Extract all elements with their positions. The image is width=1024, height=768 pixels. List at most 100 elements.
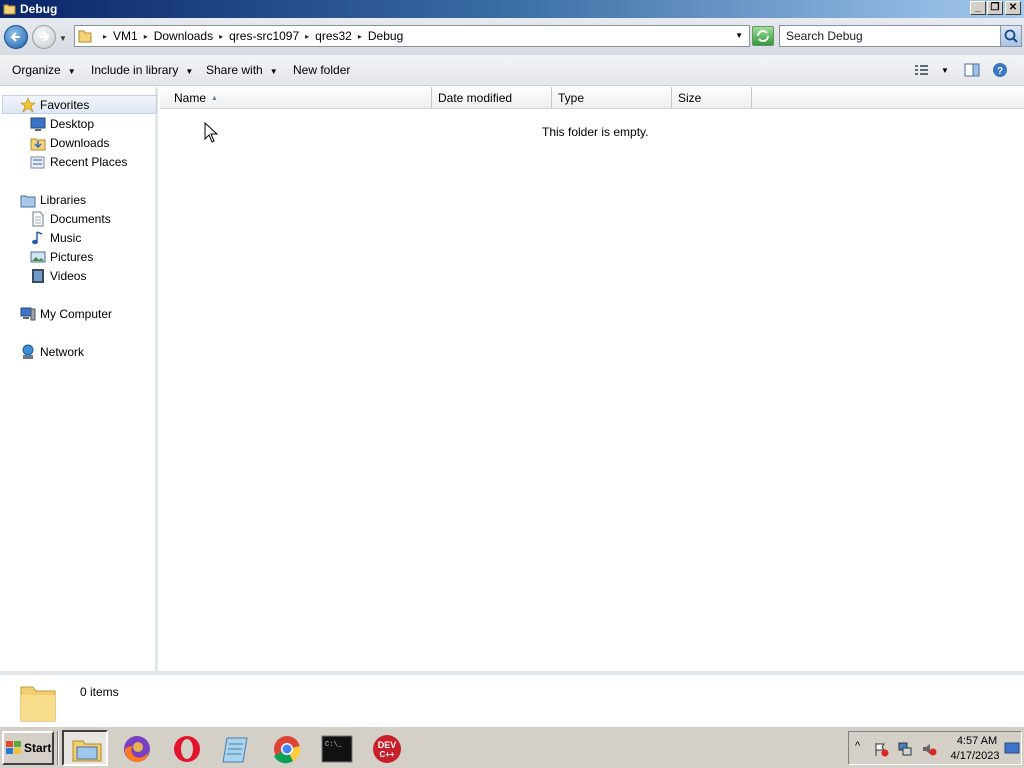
taskbar-command-prompt[interactable]: C:\_	[313, 730, 359, 766]
nav-network[interactable]: Network	[20, 343, 84, 361]
view-options-dropdown-icon[interactable]: ▼	[941, 66, 949, 75]
star-icon	[20, 97, 36, 113]
breadcrumb-separator-icon[interactable]: ▸	[219, 32, 223, 41]
back-arrow-icon	[10, 32, 20, 42]
search-button[interactable]	[1000, 26, 1021, 46]
taskbar-windows-explorer[interactable]	[62, 730, 108, 766]
videos-icon	[32, 269, 44, 283]
command-prompt-icon: C:\_	[321, 735, 353, 763]
breadcrumb-item[interactable]: Debug	[368, 29, 403, 43]
minimize-button[interactable]: _	[970, 1, 986, 15]
show-desktop-icon[interactable]	[1004, 740, 1020, 756]
address-history-dropdown-icon[interactable]: ▼	[735, 31, 743, 40]
downloads-folder-icon	[30, 138, 46, 151]
documents-icon	[32, 211, 44, 227]
volume-muted-icon[interactable]	[921, 741, 937, 757]
forward-button[interactable]	[32, 25, 56, 49]
breadcrumb-separator-icon[interactable]: ▸	[305, 32, 309, 41]
taskbar-dev-cpp[interactable]: DEV C++	[363, 730, 409, 766]
clock-time[interactable]: 4:57 AM	[952, 735, 1002, 747]
forward-arrow-icon	[40, 32, 50, 42]
show-hidden-icons-icon[interactable]: ^	[855, 740, 871, 756]
column-name-label: Name	[174, 91, 207, 105]
nav-libraries-label: Libraries	[40, 193, 87, 207]
column-header-type[interactable]: Type	[552, 87, 672, 109]
network-status-icon[interactable]	[897, 741, 913, 757]
nav-music[interactable]: Music	[30, 229, 81, 247]
close-button[interactable]: ✕	[1005, 1, 1021, 15]
taskbar-firefox[interactable]	[113, 730, 159, 766]
nav-favorites[interactable]: Favorites	[20, 96, 89, 114]
dev-cpp-icon: DEVC++	[373, 735, 401, 763]
folder-icon	[20, 686, 56, 722]
maximize-button[interactable]: ❐	[987, 1, 1003, 15]
breadcrumb-item[interactable]: Downloads	[154, 29, 213, 43]
search-placeholder: Search Debug	[786, 29, 863, 43]
share-with-button[interactable]: Share with ▼	[206, 63, 278, 77]
breadcrumb-item[interactable]: qres32	[315, 29, 352, 43]
taskbar-notepad[interactable]	[213, 730, 259, 766]
action-center-flag-icon[interactable]	[873, 741, 889, 757]
window-title: Debug	[20, 2, 58, 16]
nav-my-computer-label: My Computer	[40, 307, 113, 321]
firefox-icon	[124, 736, 150, 763]
breadcrumb-item[interactable]: VM1	[113, 29, 138, 43]
share-with-label: Share with	[206, 63, 263, 77]
refresh-button[interactable]	[752, 26, 774, 46]
folder-icon	[3, 4, 16, 15]
column-header-size[interactable]: Size	[672, 87, 752, 109]
desktop-icon	[30, 117, 46, 131]
start-label: Start	[24, 741, 52, 755]
nav-network-label: Network	[40, 345, 85, 359]
change-view-icon[interactable]	[913, 62, 931, 78]
sort-ascending-icon: ▲	[211, 95, 218, 102]
back-button[interactable]	[4, 25, 28, 49]
item-count: 0 items	[80, 685, 119, 699]
taskbar: Start C:\_ DEV C++ ^ 4:57 AM 4/17/2023	[0, 726, 1024, 768]
folder-icon	[78, 30, 92, 43]
nav-recent-places-label: Recent Places	[50, 155, 128, 169]
clock-date[interactable]: 4/17/2023	[947, 750, 1003, 762]
nav-documents[interactable]: Documents	[30, 210, 111, 228]
chrome-icon	[274, 736, 301, 764]
breadcrumb-separator-icon[interactable]: ▸	[358, 32, 362, 41]
nav-recent-places[interactable]: Recent Places	[30, 153, 127, 171]
nav-pictures[interactable]: Pictures	[30, 248, 93, 266]
computer-icon	[20, 307, 36, 321]
nav-videos-label: Videos	[50, 269, 87, 283]
command-bar: Organize ▼ Include in library ▼ Share with…	[0, 55, 1024, 86]
search-input[interactable]: Search Debug	[779, 25, 1022, 47]
recent-pages-dropdown-icon[interactable]: ▼	[59, 34, 67, 43]
include-in-library-label: Include in library	[91, 63, 179, 77]
refresh-icon	[757, 30, 769, 42]
svg-text:?: ?	[997, 66, 1003, 77]
help-icon[interactable]: ?	[991, 62, 1009, 78]
nav-downloads-label: Downloads	[50, 136, 110, 150]
new-folder-button[interactable]: New folder	[293, 63, 350, 77]
breadcrumb-separator-icon[interactable]: ▸	[144, 32, 148, 41]
breadcrumb: ▸ VM1 ▸ Downloads ▸ qres-src1097 ▸ qres32 ▸ Debug	[97, 29, 403, 43]
start-button[interactable]: Start	[2, 731, 54, 765]
column-header-name[interactable]: Name ▲	[168, 87, 432, 109]
nav-videos[interactable]: Videos	[30, 267, 86, 285]
breadcrumb-item[interactable]: qres-src1097	[229, 29, 299, 43]
nav-my-computer[interactable]: My Computer	[20, 305, 112, 323]
title-bar: Debug _ ❐ ✕	[0, 0, 1024, 18]
nav-desktop[interactable]: Desktop	[30, 115, 94, 133]
nav-music-label: Music	[50, 231, 82, 245]
network-icon	[22, 344, 34, 359]
nav-libraries[interactable]: Libraries	[20, 191, 86, 209]
organize-button[interactable]: Organize ▼	[12, 63, 76, 77]
column-header-date-modified[interactable]: Date modified	[432, 87, 552, 109]
nav-downloads[interactable]: Downloads	[30, 134, 109, 152]
taskbar-opera[interactable]	[163, 730, 209, 766]
windows-explorer-icon	[72, 740, 102, 762]
preview-pane-icon[interactable]	[963, 62, 981, 78]
search-icon	[1004, 29, 1018, 43]
nav-pictures-label: Pictures	[50, 250, 94, 264]
breadcrumb-separator-icon[interactable]: ▸	[103, 32, 107, 41]
svg-text:DEV: DEV	[378, 740, 397, 750]
include-in-library-button[interactable]: Include in library ▼	[91, 63, 193, 77]
address-bar[interactable]: ▸ VM1 ▸ Downloads ▸ qres-src1097 ▸ qres32 ▸ Debug…	[74, 25, 750, 47]
taskbar-chrome[interactable]	[263, 730, 309, 766]
